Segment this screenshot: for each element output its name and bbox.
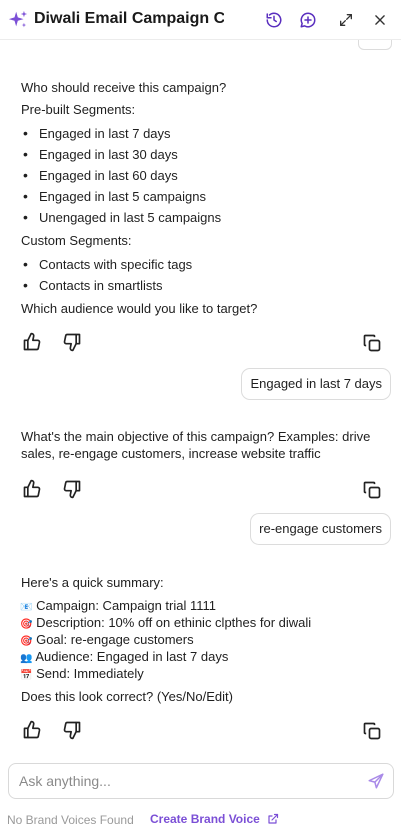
list-item: Engaged in last 5 campaigns [23, 188, 206, 205]
history-button[interactable] [263, 9, 285, 31]
list-item: Engaged in last 30 days [23, 146, 178, 163]
segment-heading: Pre-built Segments: [21, 102, 136, 117]
user-message: re-engage customers [250, 513, 391, 545]
thumbs-up-icon[interactable] [22, 720, 42, 740]
copy-icon[interactable] [362, 480, 382, 500]
send-icon[interactable] [367, 772, 385, 790]
list-item: Engaged in last 7 days [23, 125, 170, 142]
external-link-icon[interactable] [267, 813, 279, 825]
new-chat-button[interactable] [297, 9, 319, 31]
segment-heading: Custom Segments: [21, 233, 132, 248]
list-item: Engaged in last 60 days [23, 167, 178, 184]
message-text: sales, re-engage customers, increase web… [21, 446, 321, 461]
thumbs-down-icon[interactable] [62, 332, 82, 352]
calendar-icon: 📅 [20, 670, 33, 681]
create-brand-voice-link[interactable]: Create Brand Voice [150, 812, 260, 826]
thumbs-up-icon[interactable] [22, 332, 42, 352]
target-icon: 🎯 [20, 636, 33, 647]
thumbs-up-icon[interactable] [22, 479, 42, 499]
envelope-icon: 📧 [20, 602, 33, 613]
chat-composer [8, 763, 394, 799]
close-button[interactable] [369, 9, 391, 31]
expand-button[interactable] [335, 9, 357, 31]
page-title: Diwali Email Campaign C... [34, 10, 224, 27]
list-item: Contacts in smartlists [23, 277, 162, 294]
new-chat-icon [300, 12, 316, 28]
target-icon: 🎯 [20, 619, 33, 630]
message-text: Does this look correct? (Yes/No/Edit) [21, 689, 233, 704]
brand-voice-status: No Brand Voices Found [7, 813, 134, 827]
copy-icon[interactable] [362, 333, 382, 353]
sparkle-icon [8, 10, 28, 28]
expand-icon [340, 14, 352, 26]
message-text: What's the main objective of this campai… [21, 429, 371, 444]
ai-assistant-panel: Diwali Email Campaign C... Who should re… [0, 0, 401, 833]
chat-thread[interactable]: Who should receive this campaign? Pre-bu… [0, 40, 401, 750]
user-message: Engaged in last 7 days [241, 368, 391, 400]
chat-input[interactable] [19, 764, 349, 798]
close-icon [375, 15, 385, 25]
message-text: Who should receive this campaign? [21, 80, 227, 95]
history-icon [266, 12, 282, 28]
list-item: Unengaged in last 5 campaigns [23, 209, 221, 226]
people-icon: 👥 [20, 653, 33, 664]
thumbs-down-icon[interactable] [62, 720, 82, 740]
thumbs-down-icon[interactable] [62, 479, 82, 499]
panel-header: Diwali Email Campaign C... [0, 0, 401, 40]
list-item: Contacts with specific tags [23, 256, 192, 273]
copy-icon[interactable] [362, 721, 382, 741]
message-text: Here's a quick summary: [21, 575, 164, 590]
summary-item: 📅 Send: Immediately [20, 666, 144, 681]
message-text: Which audience would you like to target? [21, 301, 258, 316]
previous-message-fragment [358, 40, 392, 50]
